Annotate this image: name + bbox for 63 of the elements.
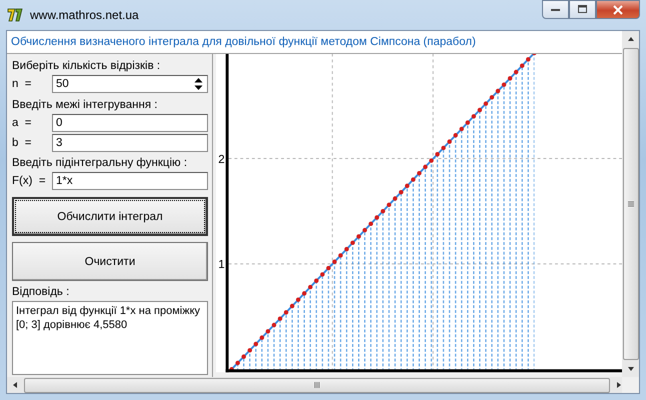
function-label: Введіть підінтегральну функцію : bbox=[12, 157, 188, 169]
node-marker bbox=[326, 266, 331, 270]
field-prefix: b = bbox=[12, 137, 33, 149]
scroll-thumb[interactable] bbox=[622, 48, 638, 360]
node-marker bbox=[429, 158, 434, 163]
node-marker bbox=[496, 88, 500, 94]
node-marker bbox=[242, 354, 246, 359]
action-button[interactable]: Очистити bbox=[12, 242, 208, 281]
node-marker bbox=[392, 196, 398, 201]
close-button[interactable] bbox=[596, 0, 640, 19]
minimize-button[interactable] bbox=[542, 0, 569, 19]
maximize-icon[interactable] bbox=[578, 5, 588, 14]
node-marker bbox=[410, 177, 416, 182]
spinner-arrows-icon[interactable] bbox=[193, 77, 204, 91]
field-prefix: a = bbox=[12, 117, 33, 129]
limits-label: Введіть межі інтегрування : bbox=[12, 99, 158, 111]
node-marker bbox=[478, 108, 482, 112]
node-marker bbox=[472, 114, 476, 119]
node-marker bbox=[417, 171, 422, 176]
scroll-up-icon[interactable] bbox=[626, 36, 634, 42]
scroll-down-icon[interactable] bbox=[626, 366, 634, 372]
node-marker bbox=[248, 348, 252, 353]
window-title: www.mathros.net.ua bbox=[30, 8, 139, 22]
node-marker bbox=[435, 152, 440, 156]
node-marker bbox=[374, 215, 380, 220]
node-marker bbox=[459, 126, 464, 132]
node-marker bbox=[356, 234, 361, 239]
node-marker bbox=[296, 298, 300, 302]
node-marker bbox=[254, 342, 258, 346]
node-marker bbox=[320, 272, 325, 277]
node-marker bbox=[272, 322, 276, 328]
node-marker bbox=[441, 146, 446, 150]
action-button[interactable]: Обчислити інтеграл bbox=[12, 197, 208, 236]
maximize-button[interactable] bbox=[569, 0, 596, 19]
node-marker bbox=[302, 291, 306, 296]
node-marker bbox=[465, 120, 470, 125]
field-prefix: n = bbox=[12, 78, 33, 90]
node-marker bbox=[235, 360, 240, 366]
field-prefix: F(x) = bbox=[12, 175, 47, 187]
function-field[interactable]: 1*x bbox=[52, 172, 208, 190]
vertical-scrollbar[interactable] bbox=[622, 31, 639, 377]
node-marker bbox=[308, 284, 313, 290]
y-tick-label: 2 bbox=[218, 152, 225, 166]
limit-field[interactable]: 3 bbox=[52, 134, 208, 152]
close-icon[interactable] bbox=[613, 4, 623, 14]
minimize-icon[interactable] bbox=[550, 8, 560, 12]
answer-label: Відповідь : bbox=[12, 286, 70, 298]
node-marker bbox=[332, 260, 337, 264]
node-marker bbox=[314, 278, 319, 283]
node-marker bbox=[532, 54, 536, 56]
app-icon bbox=[6, 6, 24, 24]
y-tick-label: 1 bbox=[218, 258, 225, 272]
limit-field[interactable]: 0 bbox=[52, 114, 208, 132]
answer-box[interactable]: Інтеграл від функції 1*x на проміжку [0; 3] дорівнює 4,5580 bbox=[12, 301, 208, 375]
node-marker bbox=[514, 70, 518, 74]
node-marker bbox=[290, 304, 294, 308]
node-marker bbox=[338, 253, 343, 258]
segments-spinner[interactable]: 50 bbox=[52, 75, 208, 93]
node-marker bbox=[229, 367, 234, 372]
scroll-left-icon[interactable] bbox=[12, 381, 18, 389]
header-text: Обчислення визначеного інтеграла для довільної функції методом Сімпсона (парабол) bbox=[11, 36, 476, 48]
node-marker bbox=[423, 164, 428, 170]
segments-label: Виберіть кількість відрізків : bbox=[12, 60, 162, 72]
